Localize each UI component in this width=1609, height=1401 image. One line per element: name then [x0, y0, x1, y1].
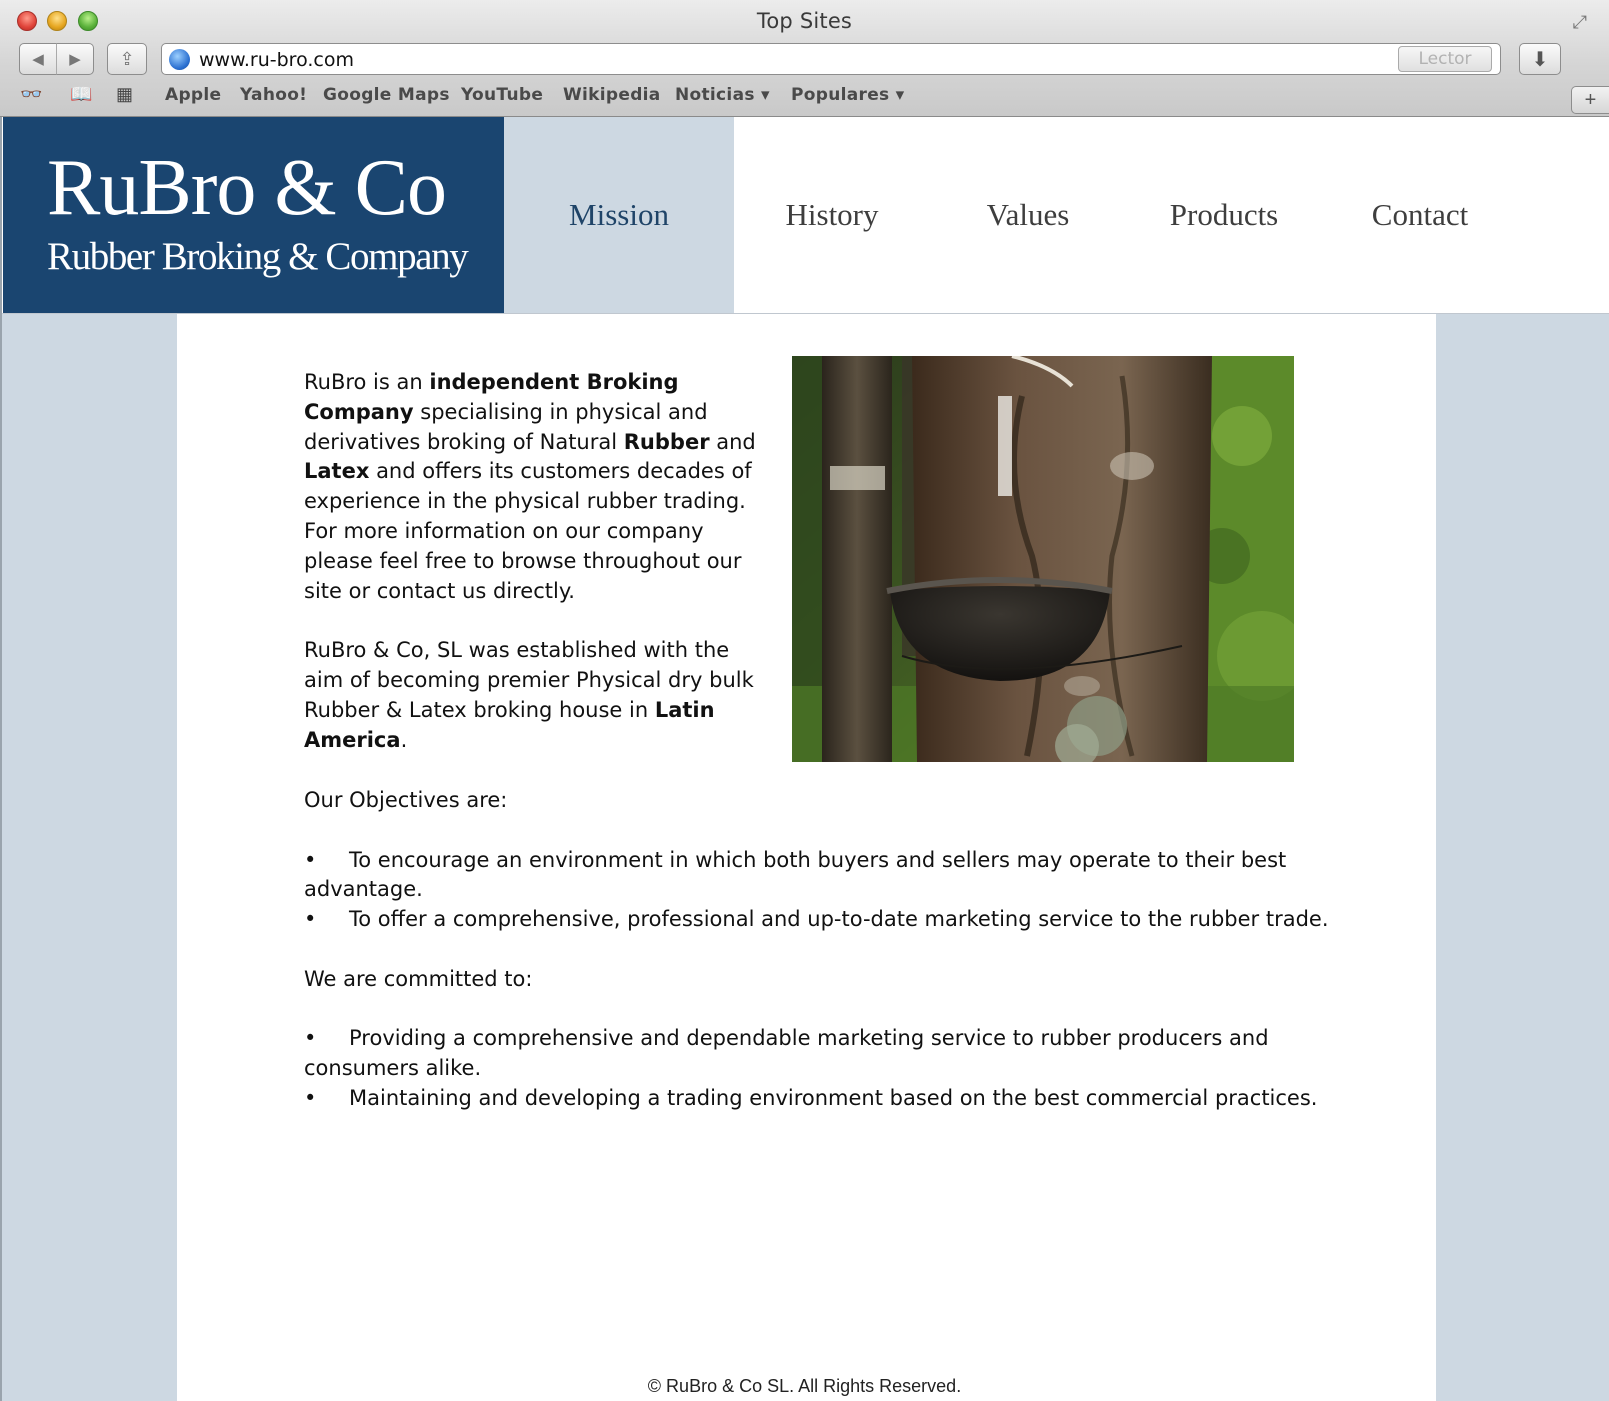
forward-arrow-icon: ▶ [69, 51, 81, 68]
nav-products[interactable]: Products [1126, 117, 1322, 313]
right-side-panel [1436, 314, 1609, 1401]
intro-paragraph-2: RuBro & Co, SL was established with the … [304, 636, 764, 755]
logo-title: RuBro & Co [47, 144, 447, 232]
commitment-item: • Providing a comprehensive and dependabl… [304, 1026, 1269, 1081]
site-logo[interactable]: RuBro & Co Rubber Broking & Company [3, 117, 504, 313]
bookmarks-bar: 👓 📖 ▦ Apple Yahoo! Google Maps YouTube W… [0, 81, 1609, 111]
nav-contact[interactable]: Contact [1322, 117, 1518, 313]
bookmark-noticias[interactable]: Noticias ▾ [675, 85, 770, 105]
download-icon: ⬇ [1531, 48, 1549, 71]
bullet: • [304, 907, 317, 932]
back-arrow-icon: ◀ [32, 51, 44, 68]
intro-paragraph-1: RuBro is an independent Broking Company … [304, 368, 764, 606]
site-header: RuBro & Co Rubber Broking & Company Miss… [2, 117, 1609, 314]
text-run: and offers its customers decades of expe… [304, 459, 752, 603]
text-run: and [709, 429, 756, 454]
reading-list-icon[interactable]: 👓 [20, 84, 42, 105]
nav-mission[interactable]: Mission [504, 117, 734, 313]
objective-item: • To encourage an environment in which bo… [304, 847, 1287, 902]
logo-subtitle: Rubber Broking & Company [47, 235, 469, 278]
address-bar[interactable]: www.ru-bro.com Lector [161, 43, 1501, 75]
bullet: • [304, 1026, 317, 1051]
objectives-section: Our Objectives are: • To encourage an env… [304, 786, 1334, 1114]
text-run: RuBro is an [304, 370, 430, 394]
commitments-heading: We are committed to: [304, 966, 533, 991]
bookmark-google-maps[interactable]: Google Maps [323, 85, 450, 105]
nav-values[interactable]: Values [930, 117, 1126, 313]
bullet: • [304, 1085, 317, 1110]
bookmark-apple[interactable]: Apple [165, 85, 221, 105]
globe-icon [169, 49, 190, 70]
fullscreen-icon[interactable]: ⤢ [1573, 12, 1587, 33]
left-side-panel [2, 314, 177, 1401]
objective-item: • To offer a comprehensive, professional … [304, 905, 1334, 935]
bookmark-populares[interactable]: Populares ▾ [791, 85, 905, 105]
share-button[interactable]: ⇪ [107, 43, 147, 75]
browser-toolbar: Top Sites ⤢ ◀ ▶ ⇪ www.ru-bro.com Lector … [0, 0, 1609, 117]
commitment-item: • Maintaining and developing a trading en… [304, 1084, 1334, 1114]
window-title: Top Sites [756, 9, 853, 33]
text-run: . [400, 727, 408, 752]
bold-text: Latex [304, 459, 370, 484]
bookmarks-book-icon[interactable]: 📖 [70, 84, 92, 105]
footer-copyright: © RuBro & Co SL. All Rights Reserved. [647, 1376, 962, 1396]
bold-text: Rubber [623, 429, 710, 454]
share-icon: ⇪ [119, 48, 135, 69]
add-tab-icon[interactable]: + [1571, 86, 1609, 114]
downloads-button[interactable]: ⬇ [1519, 43, 1561, 75]
intro-text: RuBro is an independent Broking Company … [304, 368, 764, 785]
forward-button[interactable]: ▶ [56, 43, 94, 75]
nav-history[interactable]: History [734, 117, 930, 313]
bookmark-wikipedia[interactable]: Wikipedia [563, 85, 661, 105]
bookmark-yahoo[interactable]: Yahoo! [240, 85, 307, 105]
url-text[interactable]: www.ru-bro.com [199, 49, 354, 71]
bookmark-youtube[interactable]: YouTube [461, 85, 543, 105]
top-sites-grid-icon[interactable]: ▦ [116, 84, 133, 105]
reader-button[interactable]: Lector [1398, 46, 1492, 72]
back-button[interactable]: ◀ [19, 43, 57, 75]
objectives-heading: Our Objectives are: [304, 788, 508, 812]
bullet: • [304, 847, 317, 872]
rubber-tree-photo [792, 356, 1294, 762]
